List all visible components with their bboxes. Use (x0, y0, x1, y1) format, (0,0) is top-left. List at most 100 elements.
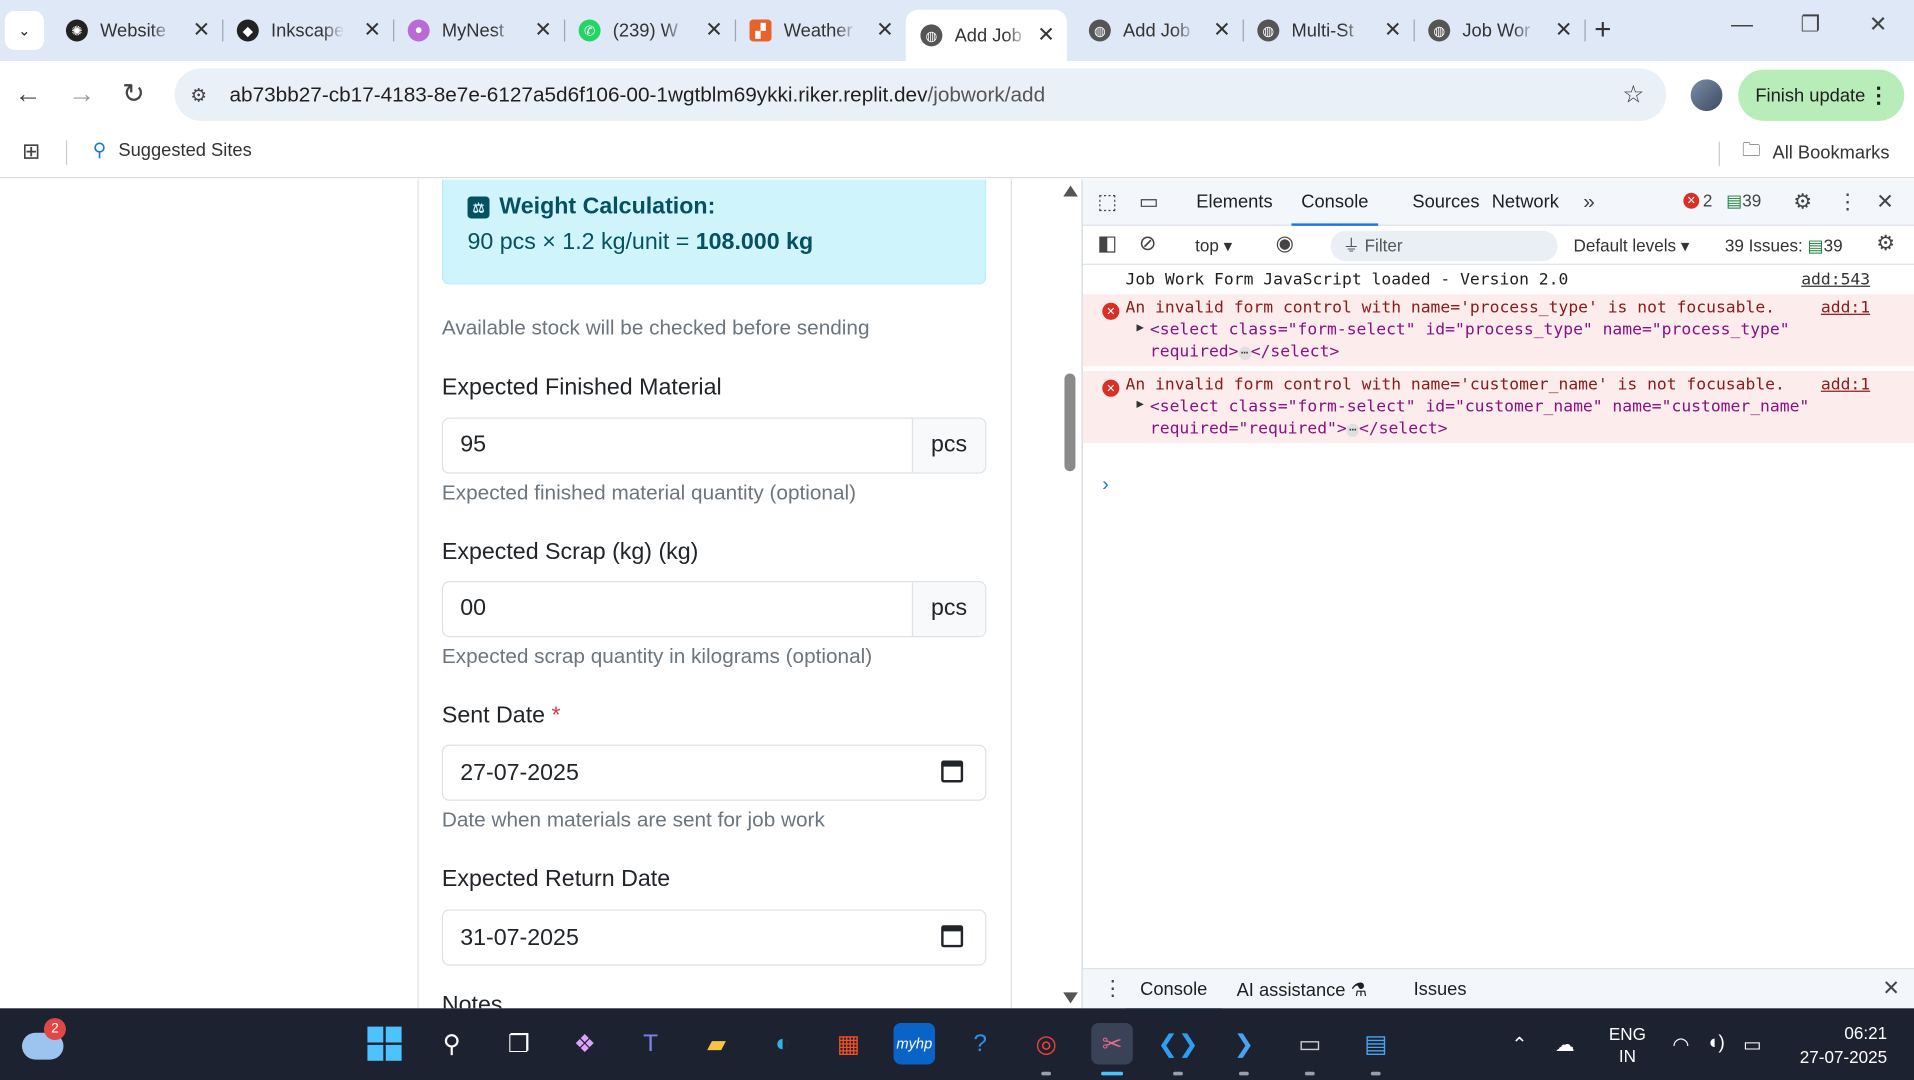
calendar-icon[interactable] (941, 925, 964, 948)
close-icon[interactable]: ✕ (705, 18, 722, 42)
copilot-icon[interactable]: ❖ (564, 1023, 606, 1065)
device-toolbar-icon[interactable]: ▭ (1139, 190, 1159, 214)
tab-website[interactable]: ✺ Website ✕ (51, 10, 224, 52)
file-explorer-icon[interactable]: ▰ (696, 1023, 738, 1065)
return-date-input[interactable]: 31-07-2025 (441, 909, 987, 966)
chrome-icon[interactable]: ◎ (1025, 1023, 1067, 1076)
close-icon[interactable]: ✕ (363, 18, 380, 42)
task-view-icon[interactable]: ❐ (498, 1023, 540, 1065)
tab-job-work[interactable]: ◍ Job Wor ✕ (1414, 10, 1586, 52)
reload-icon[interactable]: ↻ (122, 78, 145, 110)
expand-triangle-icon[interactable]: ▶ (1136, 321, 1143, 334)
error-count-badge[interactable]: ✕ 2 (1683, 190, 1712, 210)
issues-counter[interactable]: 39 Issues: ▤39 (1725, 236, 1843, 257)
tab-whatsapp[interactable]: ✆ (239) W ✕ (564, 10, 737, 52)
tab-sources[interactable]: Sources (1412, 192, 1479, 213)
clear-console-icon[interactable]: ⊘ (1139, 232, 1156, 256)
inspect-element-icon[interactable]: ⬚ (1097, 190, 1117, 214)
back-arrow-icon[interactable]: ← (15, 78, 42, 110)
start-windows-icon[interactable] (364, 1023, 406, 1065)
close-icon[interactable]: ✕ (1555, 18, 1572, 42)
window-close-icon[interactable]: ✕ (1869, 12, 1887, 38)
close-icon[interactable]: ✕ (1384, 18, 1401, 42)
tab-add-job[interactable]: ◍ Add Job ✕ (1074, 10, 1244, 52)
tab-multi-step[interactable]: ◍ Multi-St ✕ (1243, 10, 1415, 52)
tab-inkscape[interactable]: ◆ Inkscape ✕ (222, 10, 395, 52)
finish-update-button[interactable]: Finish update ⋮ (1738, 69, 1905, 121)
scroll-down-arrow-icon[interactable] (1063, 992, 1078, 1004)
close-icon[interactable]: ✕ (534, 18, 551, 42)
element-snippet[interactable]: <select class="form-select" id="process_… (1150, 321, 1790, 339)
myhp-icon[interactable]: myhp (893, 1022, 936, 1065)
tab-weather[interactable]: ▞ Weather ✕ (735, 10, 906, 52)
page-scrollbar[interactable] (1057, 180, 1082, 1009)
sidebar-toggle-icon[interactable]: ◧ (1097, 232, 1117, 256)
restore-icon[interactable]: ❐ (1801, 12, 1821, 38)
expand-triangle-icon[interactable]: ▶ (1136, 398, 1143, 411)
suggested-sites-link[interactable]: ⚲ Suggested Sites (93, 139, 252, 161)
tab-console[interactable]: Console (1291, 192, 1379, 226)
close-icon[interactable]: ✕ (876, 18, 893, 42)
console-prompt[interactable]: › (1102, 475, 1109, 497)
close-icon[interactable]: ✕ (193, 18, 210, 42)
volume-icon[interactable]: ◖) (1707, 1033, 1725, 1055)
tab-add-job-active[interactable]: ◍ Add Job ✕ (905, 9, 1067, 62)
more-vert-icon[interactable]: ⋮ (1102, 977, 1123, 1001)
scroll-up-arrow-icon[interactable] (1063, 185, 1078, 197)
log-levels-dropdown[interactable]: Default levels ▾ (1573, 236, 1689, 257)
search-icon[interactable]: ⚲ (431, 1023, 473, 1065)
forward-arrow-icon[interactable]: → (68, 78, 95, 110)
drawer-tab-ai-assistance[interactable]: AI assistance ⚗ (1237, 979, 1367, 1001)
edge-icon[interactable]: ◐ (762, 1023, 804, 1065)
help-icon[interactable]: ? (959, 1023, 1001, 1065)
ellipsis-icon[interactable]: ⋯ (1238, 346, 1251, 361)
message-count-badge[interactable]: ▤39 (1726, 190, 1761, 211)
address-bar[interactable]: ⚙ ab73bb27-cb17-4183-8e7e-6127a5d6f106-0… (174, 68, 1667, 121)
source-link[interactable]: add:543 (1801, 271, 1870, 289)
source-link[interactable]: add:1 (1821, 299, 1870, 317)
context-selector[interactable]: top ▾ (1195, 236, 1232, 257)
more-vert-icon[interactable]: ⋮ (1837, 190, 1858, 214)
onedrive-icon[interactable]: ☁ (1555, 1033, 1575, 1057)
tab-search-button[interactable]: ⌄ (4, 10, 44, 51)
more-tabs-icon[interactable]: » (1583, 190, 1595, 214)
ellipsis-icon[interactable]: ⋯ (1346, 423, 1359, 438)
vscode-icon[interactable]: ❮❯ (1157, 1023, 1199, 1076)
site-info-icon[interactable]: ⚙ (190, 84, 217, 106)
eye-icon[interactable]: ◉ (1276, 232, 1294, 256)
expected-scrap-input[interactable]: 00 (443, 582, 912, 636)
scrollbar-thumb[interactable] (1064, 373, 1076, 472)
powershell-icon[interactable]: ❯ (1223, 1023, 1265, 1076)
close-drawer-icon[interactable]: ✕ (1882, 977, 1899, 1001)
console-filter-input[interactable]: ⏚ Filter (1330, 230, 1558, 262)
battery-icon[interactable]: ▭ (1743, 1033, 1761, 1057)
apps-grid-icon[interactable]: ⊞ (22, 139, 40, 165)
tab-mynest[interactable]: ● MyNest ✕ (393, 10, 566, 52)
drawer-tab-issues[interactable]: Issues (1414, 979, 1467, 1000)
store-icon[interactable]: ▦ (828, 1023, 870, 1065)
element-snippet[interactable]: <select class="form-select" id="customer… (1150, 398, 1809, 416)
tab-network[interactable]: Network (1492, 192, 1559, 213)
sent-date-input[interactable]: 27-07-2025 (441, 744, 987, 801)
language-indicator[interactable]: ENG IN (1609, 1023, 1646, 1067)
snipping-tool-icon[interactable]: ✂ (1091, 1022, 1133, 1076)
bookmark-star-icon[interactable]: ☆ (1622, 79, 1644, 110)
close-devtools-icon[interactable]: ✕ (1876, 190, 1893, 214)
weather-widget[interactable]: 2 (21, 1018, 66, 1067)
finished-material-input[interactable]: 95 (443, 419, 912, 473)
minimize-icon[interactable]: — (1731, 12, 1753, 38)
tab-elements[interactable]: Elements (1196, 192, 1272, 213)
close-icon[interactable]: ✕ (1213, 18, 1230, 42)
system-clock[interactable]: 06:21 27-07-2025 (1790, 1021, 1887, 1070)
tray-chevron-up-icon[interactable]: ⌃ (1511, 1033, 1527, 1057)
all-bookmarks-link[interactable]: 🗀 All Bookmarks (1718, 138, 1889, 169)
wifi-icon[interactable]: ◠ (1672, 1033, 1689, 1057)
profile-avatar[interactable] (1690, 79, 1723, 112)
teams-icon[interactable]: T (630, 1023, 672, 1065)
console-settings-icon[interactable]: ⚙ (1876, 232, 1895, 256)
drawer-tab-console[interactable]: Console (1125, 979, 1223, 1011)
settings-gear-icon[interactable]: ⚙ (1793, 190, 1812, 214)
notepad-icon[interactable]: ▤ (1355, 1023, 1397, 1076)
calendar-icon[interactable] (941, 760, 964, 783)
close-icon[interactable]: ✕ (1037, 23, 1054, 47)
